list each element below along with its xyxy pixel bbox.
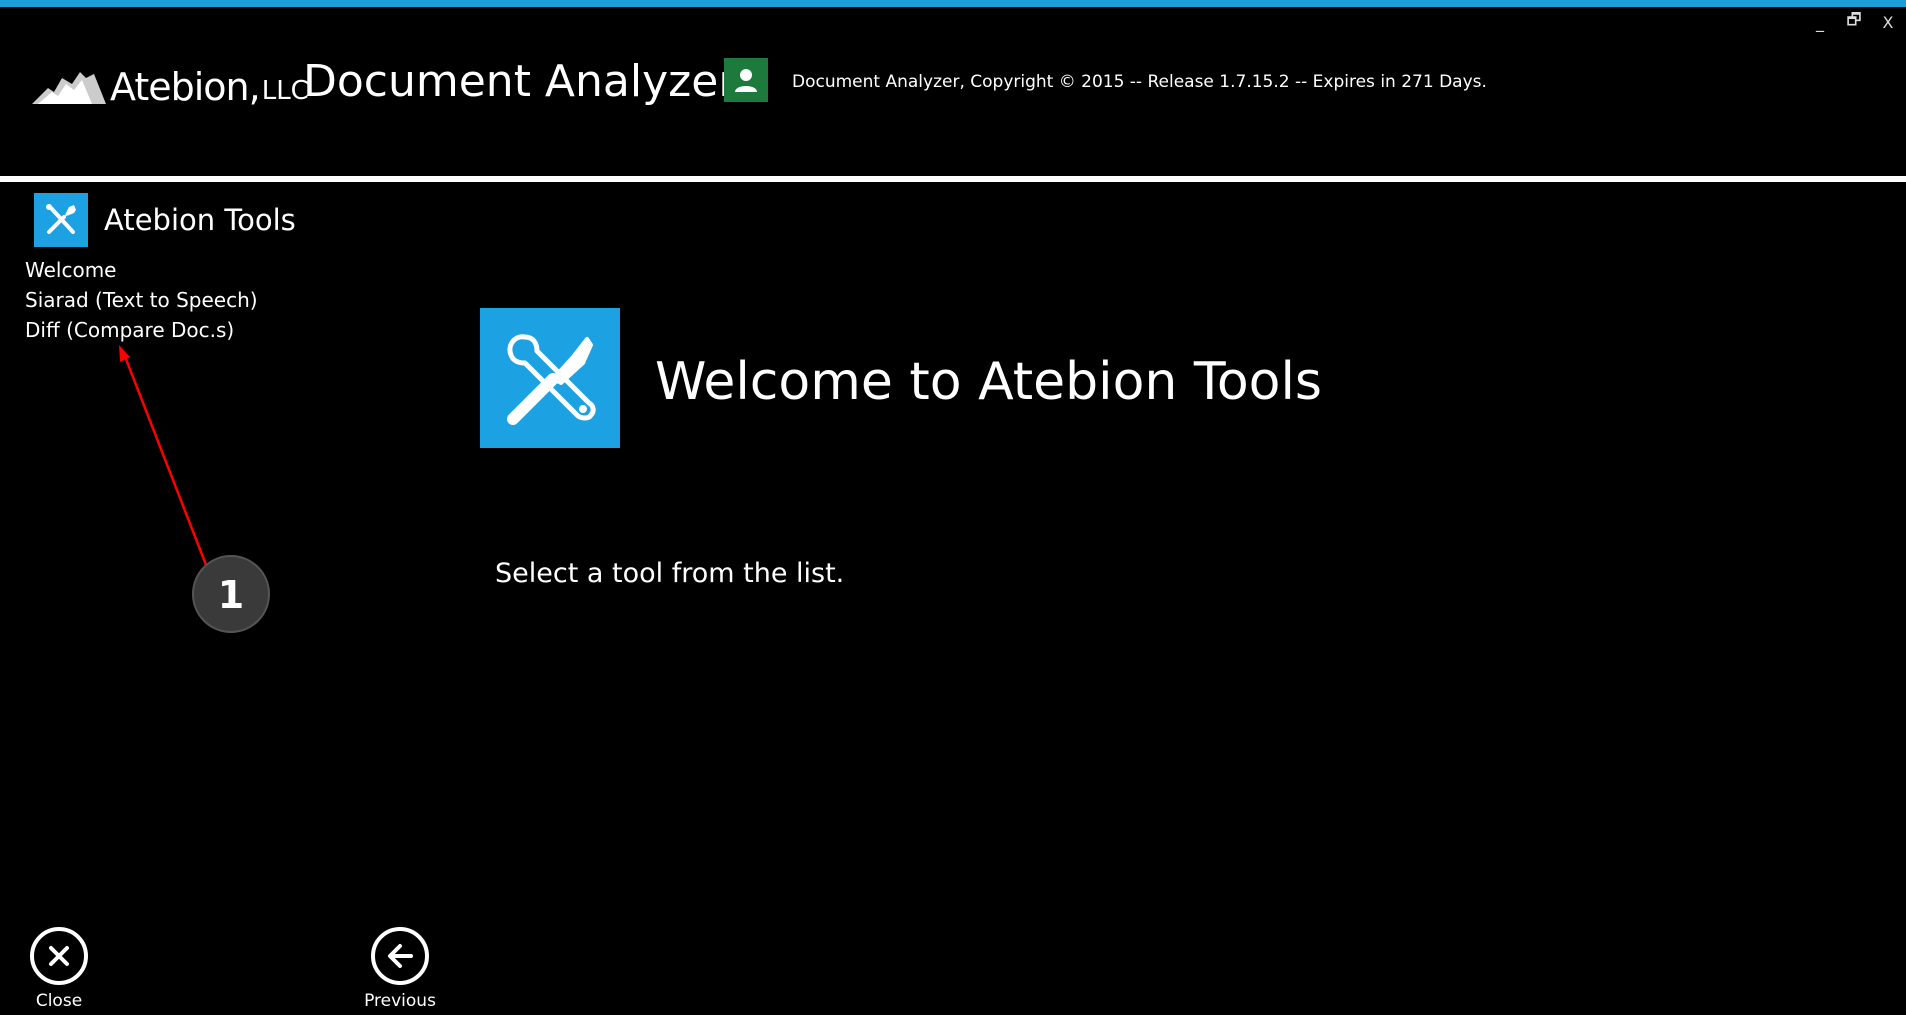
app-window: _ 🗗 X Atebion, LLC Document Analyzer Doc…: [0, 0, 1906, 1015]
previous-button[interactable]: Previous: [360, 927, 440, 1011]
welcome-subtitle: Select a tool from the list.: [495, 558, 845, 589]
minimize-button[interactable]: _: [1806, 10, 1834, 34]
atebion-logo: Atebion, LLC: [28, 62, 309, 112]
tool-item-siarad[interactable]: Siarad (Text to Speech): [25, 285, 258, 315]
app-header: Atebion, LLC Document Analyzer Document …: [0, 40, 1906, 130]
tool-item-diff[interactable]: Diff (Compare Doc.s): [25, 315, 258, 345]
tools-icon: [34, 193, 88, 247]
title-bar-accent: [0, 0, 1906, 7]
annotation-overlay: 1: [119, 345, 270, 633]
welcome-title: Welcome to Atebion Tools: [655, 352, 1323, 412]
close-icon: [30, 927, 88, 985]
previous-label: Previous: [364, 991, 436, 1011]
annotation-arrow: [122, 353, 210, 571]
copyright-text: Document Analyzer, Copyright © 2015 -- R…: [792, 72, 1487, 92]
user-icon: [735, 69, 757, 92]
tool-list: Welcome Siarad (Text to Speech) Diff (Co…: [25, 255, 258, 345]
app-title: Document Analyzer: [303, 56, 737, 107]
sidebar-header: Atebion Tools: [34, 193, 296, 247]
close-label: Close: [35, 991, 83, 1011]
close-button[interactable]: Close: [19, 927, 99, 1011]
tool-item-welcome[interactable]: Welcome: [25, 255, 258, 285]
logo-suffix: LLC: [261, 76, 309, 106]
annotation-marker: [192, 555, 270, 633]
user-badge[interactable]: [724, 58, 768, 102]
annotation-arrowhead: [119, 345, 130, 362]
header-divider: [0, 176, 1906, 182]
close-window-button[interactable]: X: [1874, 10, 1902, 34]
puzzle-logo-icon: [32, 72, 106, 104]
annotation-number: 1: [218, 573, 244, 617]
restore-button[interactable]: 🗗: [1840, 10, 1868, 34]
window-controls: _ 🗗 X: [1806, 10, 1902, 34]
arrow-left-icon: [371, 927, 429, 985]
welcome-tools-icon: [480, 308, 620, 448]
logo-text: Atebion,: [110, 65, 261, 109]
sidebar-title: Atebion Tools: [104, 203, 296, 237]
